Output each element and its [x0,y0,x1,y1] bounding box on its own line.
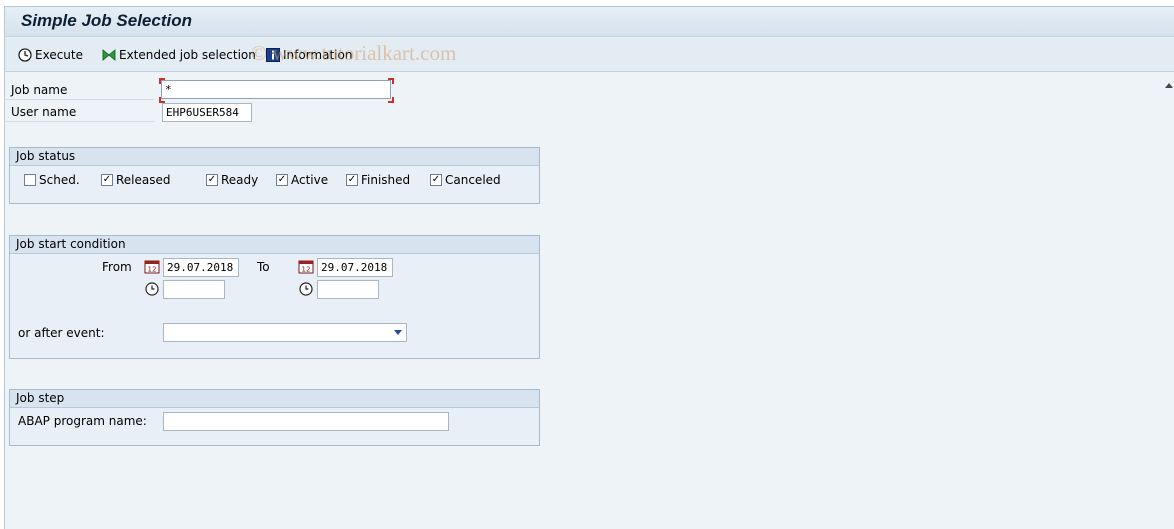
execute-button[interactable]: Execute [17,46,83,64]
check-mark-icon: ✓ [207,174,217,185]
main-window: Simple Job Selection Execute Extended jo… [4,6,1174,529]
application-toolbar: Execute Extended job selection Informati… [5,38,1174,72]
user-name-label: User name [6,103,154,122]
info-icon [266,48,280,62]
required-marker-top-left [159,78,165,84]
user-name-input[interactable]: EHP6USER584 [162,103,252,122]
from-time-input[interactable] [163,280,225,299]
job-name-input[interactable]: * [161,80,391,99]
checkbox-active-box[interactable]: ✓ [276,174,288,186]
abap-program-label: ABAP program name: [18,414,147,428]
checkbox-finished[interactable]: ✓ Finished [346,173,410,187]
chevron-up-icon [1165,83,1173,88]
page-title: Simple Job Selection [21,11,192,30]
required-marker-bottom-right [388,97,394,103]
execute-label: Execute [35,48,83,62]
checkbox-ready-box[interactable]: ✓ [206,174,218,186]
checkbox-released-label: Released [116,173,171,187]
checkbox-sched-label: Sched. [39,173,80,187]
scroll-up-button[interactable] [1163,79,1174,91]
checkbox-ready-label: Ready [221,173,259,187]
abap-program-input[interactable] [163,412,449,431]
checkbox-active[interactable]: ✓ Active [276,173,328,187]
checkbox-released[interactable]: ✓ Released [101,173,171,187]
execute-clock-icon [18,48,32,62]
check-mark-icon: ✓ [277,174,287,185]
required-marker-top-right [388,78,394,84]
extended-selection-icon [102,49,116,61]
job-start-condition-group: Job start condition From 12 29.07.2018 T… [9,235,540,359]
check-mark-icon: ✓ [102,174,112,185]
svg-text:12: 12 [148,266,157,274]
checkbox-sched[interactable]: Sched. [24,173,80,187]
checkbox-finished-label: Finished [361,173,411,187]
checkbox-canceled[interactable]: ✓ Canceled [430,173,501,187]
extended-selection-label: Extended job selection [119,48,256,62]
to-date-input[interactable]: 29.07.2018 [317,258,393,277]
calendar-icon[interactable]: 12 [144,259,160,275]
job-status-title: Job status [10,148,539,166]
information-label: Information [283,48,353,62]
job-step-group: Job step ABAP program name: [9,389,540,446]
job-name-label: Job name [6,81,154,100]
checkbox-sched-box[interactable] [24,174,36,186]
after-event-label: or after event: [18,326,105,340]
job-step-title: Job step [10,390,539,408]
information-button[interactable]: Information [265,46,352,64]
checkbox-canceled-label: Canceled [445,173,501,187]
after-event-dropdown[interactable] [163,323,407,342]
to-label: To [257,260,270,274]
job-status-group: Job status Sched. ✓ Released ✓ Ready ✓ A… [9,147,540,204]
check-mark-icon: ✓ [431,174,441,185]
to-time-input[interactable] [317,280,379,299]
check-mark-icon: ✓ [347,174,357,185]
title-bar: Simple Job Selection [5,7,1174,37]
chevron-down-icon[interactable] [394,330,402,335]
svg-text:12: 12 [302,266,311,274]
checkbox-finished-box[interactable]: ✓ [346,174,358,186]
checkbox-released-box[interactable]: ✓ [101,174,113,186]
from-date-input[interactable]: 29.07.2018 [163,258,239,277]
clock-icon[interactable] [144,281,160,297]
checkbox-ready[interactable]: ✓ Ready [206,173,258,187]
extended-job-selection-button[interactable]: Extended job selection [101,46,256,64]
from-label: From [102,260,132,274]
job-start-condition-title: Job start condition [10,236,539,254]
calendar-icon[interactable]: 12 [298,259,314,275]
clock-icon[interactable] [298,281,314,297]
checkbox-active-label: Active [291,173,329,187]
checkbox-canceled-box[interactable]: ✓ [430,174,442,186]
